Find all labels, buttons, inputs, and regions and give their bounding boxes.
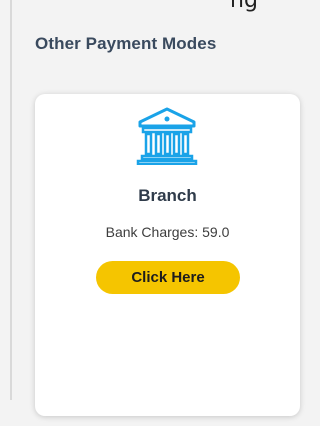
click-here-button[interactable]: Click Here — [96, 261, 240, 294]
bank-charges-text: Bank Charges: 59.0 — [105, 224, 230, 240]
header-text-fragment: ng — [230, 0, 310, 12]
bank-building-icon — [136, 107, 198, 165]
section-title: Other Payment Modes — [35, 34, 217, 53]
payment-mode-card: Branch Bank Charges: 59.0 Click Here — [35, 94, 300, 416]
left-divider — [10, 0, 12, 400]
card-title: Branch — [138, 186, 197, 205]
